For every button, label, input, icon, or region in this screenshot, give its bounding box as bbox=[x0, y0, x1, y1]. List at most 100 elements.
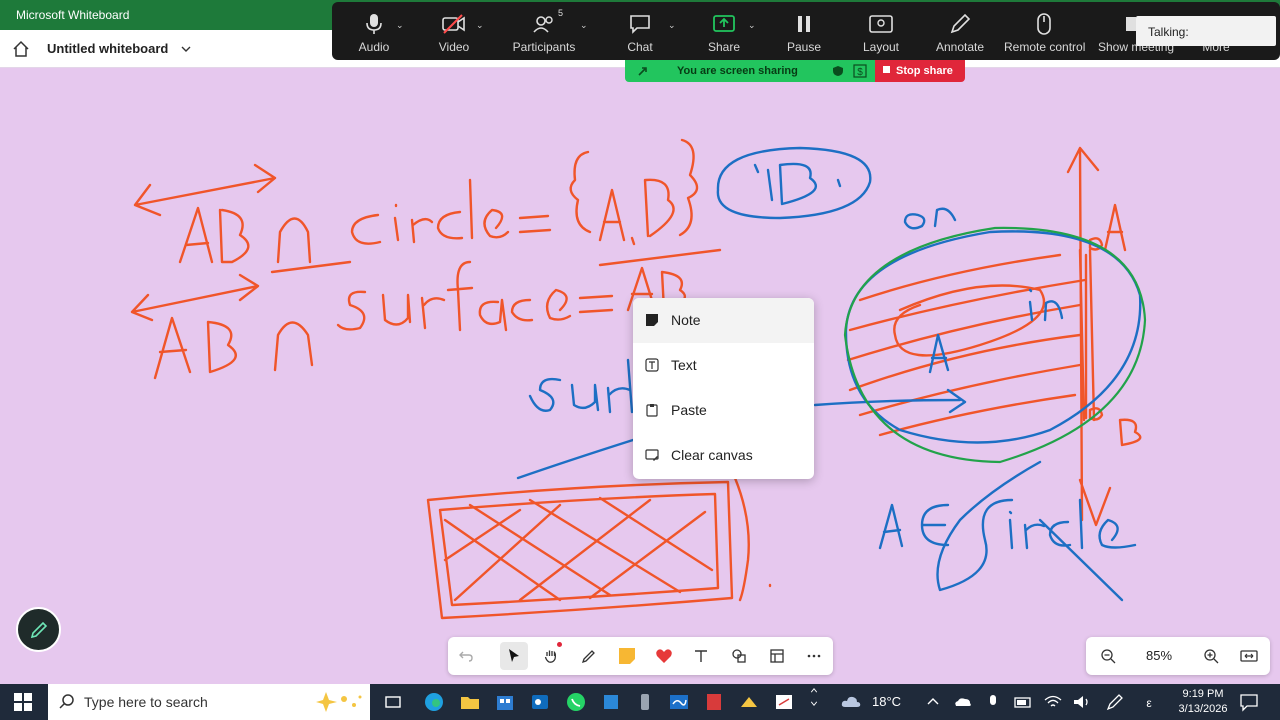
hand-tool[interactable] bbox=[537, 642, 565, 670]
svg-text:$: $ bbox=[857, 67, 863, 78]
audio-label: Audio bbox=[358, 40, 390, 54]
reaction-tool[interactable] bbox=[650, 642, 678, 670]
app-icon[interactable] bbox=[600, 691, 622, 713]
note-icon bbox=[646, 314, 658, 326]
share-label: Share bbox=[707, 40, 741, 54]
clock-date: 3/13/2026 bbox=[1178, 703, 1228, 715]
window-title: Microsoft Whiteboard bbox=[16, 8, 130, 22]
select-tool[interactable] bbox=[500, 642, 528, 670]
menu-item-note-label: Note bbox=[671, 312, 701, 328]
participants-count: 5 bbox=[558, 8, 564, 18]
mouse-icon bbox=[1037, 13, 1051, 35]
remote-control-label: Remote control bbox=[1004, 40, 1086, 54]
app-icon[interactable] bbox=[634, 691, 656, 713]
zoom-level[interactable]: 85% bbox=[1146, 648, 1172, 663]
shapes-tool[interactable] bbox=[725, 642, 753, 670]
pen-icon bbox=[581, 650, 595, 664]
undo-button[interactable] bbox=[452, 642, 480, 670]
zoom-out-icon[interactable] bbox=[1100, 648, 1116, 664]
clock-time: 9:19 PM bbox=[1182, 688, 1224, 700]
sharing-status[interactable]: You are screen sharing $ bbox=[625, 60, 875, 82]
menu-item-text[interactable]: Text bbox=[633, 343, 814, 388]
share-button[interactable]: Share ⌄ bbox=[702, 2, 756, 60]
weather-temperature[interactable]: 18°C bbox=[872, 694, 901, 709]
dollar-icon: $ bbox=[853, 64, 867, 78]
search-highlight-icon bbox=[316, 692, 362, 712]
audio-button[interactable]: Audio ⌄ bbox=[352, 2, 404, 60]
more-tools-button[interactable] bbox=[800, 642, 828, 670]
shapes-icon bbox=[732, 649, 746, 663]
pen-menu-icon[interactable] bbox=[1104, 691, 1126, 713]
onedrive-icon[interactable] bbox=[952, 691, 974, 713]
outlook-icon[interactable] bbox=[529, 691, 551, 713]
app-icon[interactable] bbox=[703, 691, 725, 713]
sticky-note-tool[interactable] bbox=[613, 642, 641, 670]
remote-control-button[interactable]: Remote control bbox=[1004, 2, 1086, 60]
participants-button[interactable]: 5 Participants ⌄ bbox=[512, 2, 588, 60]
chat-button[interactable]: Chat ⌄ bbox=[618, 2, 676, 60]
battery-icon[interactable] bbox=[1012, 691, 1034, 713]
layout-icon bbox=[869, 15, 893, 33]
task-view-icon[interactable] bbox=[382, 691, 404, 713]
search-placeholder: Type here to search bbox=[84, 694, 208, 710]
notifications-icon[interactable] bbox=[1238, 691, 1260, 713]
shield-icon bbox=[833, 66, 843, 76]
menu-item-paste-label: Paste bbox=[671, 402, 707, 418]
templates-icon bbox=[770, 649, 784, 663]
text-tool[interactable] bbox=[687, 642, 715, 670]
video-options-caret[interactable]: ⌄ bbox=[476, 20, 484, 31]
microphone-icon bbox=[366, 14, 382, 34]
pause-button[interactable]: Pause bbox=[782, 2, 826, 60]
chevron-up-icon[interactable] bbox=[922, 691, 944, 713]
menu-item-paste[interactable]: Paste bbox=[633, 388, 814, 433]
audio-options-caret[interactable]: ⌄ bbox=[396, 20, 404, 31]
fit-to-screen-icon[interactable] bbox=[1240, 648, 1258, 664]
input-language-icon[interactable]: ε bbox=[1138, 691, 1160, 713]
edge-icon[interactable] bbox=[423, 691, 445, 713]
windows-start-icon[interactable] bbox=[14, 693, 32, 711]
video-off-icon bbox=[442, 14, 465, 34]
chat-label: Chat bbox=[627, 40, 653, 54]
pen-tool[interactable] bbox=[575, 642, 603, 670]
text-icon bbox=[645, 358, 659, 372]
file-explorer-icon[interactable] bbox=[459, 691, 481, 713]
sticky-note-icon bbox=[619, 648, 635, 664]
sharing-icon bbox=[638, 67, 647, 76]
talking-indicator: Talking: bbox=[1136, 16, 1276, 46]
whiteboard-app-icon[interactable] bbox=[668, 691, 690, 713]
stop-share-label: Stop share bbox=[896, 65, 953, 77]
share-options-caret[interactable]: ⌄ bbox=[748, 20, 756, 31]
home-icon[interactable] bbox=[12, 40, 30, 58]
system-clock[interactable]: 9:19 PM 3/13/2026 bbox=[1176, 687, 1230, 717]
clear-canvas-icon bbox=[645, 449, 659, 461]
taskbar-search[interactable]: Type here to search bbox=[48, 684, 370, 720]
microphone-icon[interactable] bbox=[982, 691, 1004, 713]
video-button[interactable]: Video ⌄ bbox=[432, 2, 484, 60]
participants-options-caret[interactable]: ⌄ bbox=[580, 20, 588, 31]
stop-icon bbox=[883, 66, 890, 73]
store-icon[interactable] bbox=[494, 691, 516, 713]
wifi-icon[interactable] bbox=[1042, 691, 1064, 713]
pen-icon bbox=[30, 621, 48, 639]
scroll-arrows-icon[interactable] bbox=[803, 686, 825, 708]
chevron-down-icon[interactable] bbox=[180, 43, 192, 55]
whatsapp-icon[interactable] bbox=[565, 691, 587, 713]
chat-icon bbox=[630, 15, 650, 34]
layout-button[interactable]: Layout bbox=[859, 2, 903, 60]
pause-label: Pause bbox=[786, 40, 822, 54]
zoom-in-icon[interactable] bbox=[1203, 648, 1219, 664]
volume-icon[interactable] bbox=[1071, 691, 1093, 713]
app-icon[interactable] bbox=[773, 691, 795, 713]
inking-mode-button[interactable] bbox=[16, 607, 61, 652]
whiteboard-title[interactable]: Untitled whiteboard bbox=[47, 41, 168, 56]
menu-item-note[interactable]: Note bbox=[633, 298, 814, 343]
svg-text:ε: ε bbox=[1146, 696, 1152, 710]
templates-tool[interactable] bbox=[763, 642, 791, 670]
meeting-toolbar: Audio ⌄ Video ⌄ 5 Participants ⌄ Chat ⌄ bbox=[332, 2, 1280, 60]
app-icon[interactable] bbox=[738, 691, 760, 713]
heart-icon bbox=[656, 649, 672, 663]
stop-share-button[interactable]: Stop share bbox=[875, 60, 965, 82]
menu-item-clear-canvas[interactable]: Clear canvas bbox=[633, 433, 814, 478]
annotate-button[interactable]: Annotate bbox=[935, 2, 985, 60]
chat-options-caret[interactable]: ⌄ bbox=[668, 20, 676, 31]
